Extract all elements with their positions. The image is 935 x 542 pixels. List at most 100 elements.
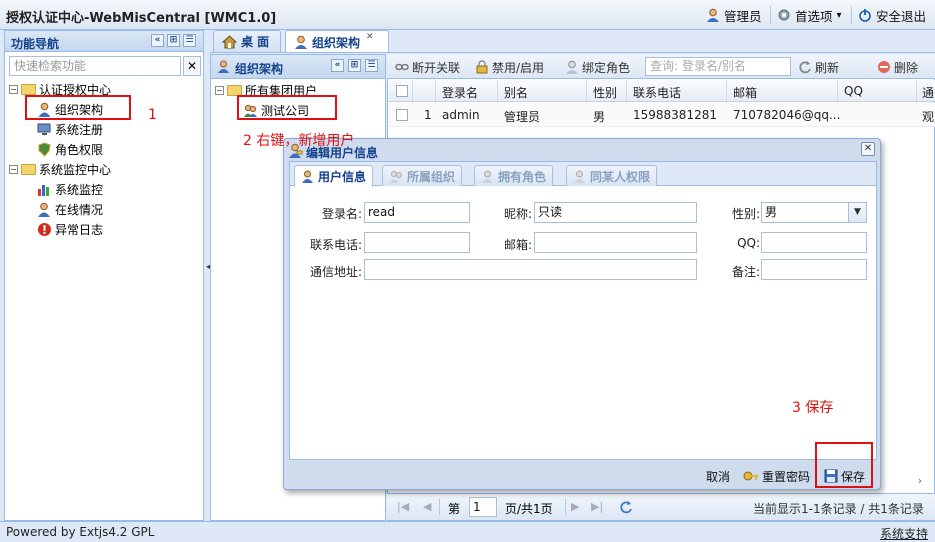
preferences-button[interactable]: 首选项 ▾ <box>777 5 842 25</box>
email-input[interactable] <box>534 232 697 253</box>
chevron-down-icon: ▾ <box>836 9 842 21</box>
table-row[interactable]: 1 admin 管理员 男 15988381281 710782046@qq..… <box>388 103 935 127</box>
collapse-toggle-icon[interactable]: − <box>9 164 18 174</box>
user-search-input[interactable]: 查询: 登录名/别名 <box>645 57 791 76</box>
collapse-all-icon[interactable]: ☰ <box>183 34 196 47</box>
tree-item-register[interactable]: 系统注册 <box>37 119 103 139</box>
column-header-extra[interactable]: 通 <box>922 84 934 101</box>
login-input[interactable]: read <box>364 202 470 223</box>
collapse-icon[interactable]: « <box>331 59 344 72</box>
chevron-down-icon[interactable]: ▼ <box>848 203 866 222</box>
nav-title: 功能导航 <box>11 37 60 51</box>
collapse-toggle-icon[interactable]: − <box>215 85 224 95</box>
column-header-email[interactable]: 邮箱 <box>733 84 757 101</box>
nick-input[interactable]: 只读 <box>534 202 697 223</box>
reset-password-label: 重置密码 <box>762 469 811 484</box>
divider <box>770 6 771 24</box>
login-label: 登录名: <box>321 207 362 221</box>
pagination-bar: |◀ ◀ 第 1 页/共1页 ▶ ▶| 当前显示1-1条记录 / 共1条记录 <box>387 493 935 520</box>
cancel-button[interactable]: 取消 <box>706 467 730 485</box>
refresh-icon[interactable] <box>619 500 633 514</box>
expand-all-icon[interactable]: ⊞ <box>167 34 180 47</box>
tab-same-permissions[interactable]: 同某人权限 <box>566 165 658 186</box>
column-header-qq[interactable]: QQ <box>844 84 863 98</box>
scroll-right-icon[interactable]: › <box>918 476 922 487</box>
disconnect-button[interactable]: 断开关联 <box>395 58 460 76</box>
top-bar: 授权认证中心-WebMisCentral [WMC1.0] 管理员 首选项 ▾ … <box>0 0 935 30</box>
phone-input[interactable] <box>364 232 470 253</box>
page-number-input[interactable]: 1 <box>469 497 497 517</box>
reset-password-button[interactable]: 重置密码 <box>743 467 810 485</box>
column-header-phone[interactable]: 联系电话 <box>633 84 681 101</box>
remark-input[interactable] <box>761 259 867 280</box>
tree-item-roles[interactable]: 角色权限 <box>37 139 103 159</box>
annotation-step1: 1 <box>148 107 157 123</box>
tab-roles[interactable]: 拥有角色 <box>474 165 554 186</box>
qq-input[interactable] <box>761 232 867 253</box>
bind-role-button[interactable]: 绑定角色 <box>565 58 630 76</box>
column-header-alias[interactable]: 别名 <box>504 84 528 101</box>
divider <box>439 499 440 515</box>
nav-search-input[interactable]: 快速检索功能 <box>9 56 181 76</box>
column-header-gender[interactable]: 性别 <box>593 84 617 101</box>
tree-item-sysmon[interactable]: 系统监控 <box>37 179 103 199</box>
divider <box>851 6 852 24</box>
dialog-header[interactable]: 编辑用户信息 ✕ <box>284 139 880 161</box>
tab-label: 用户信息 <box>318 170 367 184</box>
folder-icon <box>21 83 36 95</box>
support-link[interactable]: 系统支持 <box>880 525 928 542</box>
refresh-button[interactable]: 刷新 <box>798 58 839 76</box>
cell-phone: 15988381281 <box>633 108 717 122</box>
collapse-icon[interactable]: « <box>151 34 164 47</box>
tab-label: 拥有角色 <box>498 169 547 184</box>
user-online-icon <box>37 202 52 217</box>
tab-user-info[interactable]: 用户信息 <box>294 165 374 187</box>
refresh-icon <box>798 60 812 74</box>
toggle-enable-button[interactable]: 禁用/启用 <box>475 58 544 76</box>
expand-all-icon[interactable]: ⊞ <box>348 59 361 72</box>
app-title: 授权认证中心-WebMisCentral [WMC1.0] <box>6 11 277 26</box>
collapse-all-icon[interactable]: ☰ <box>365 59 378 72</box>
close-icon[interactable]: ✕ <box>861 142 875 156</box>
org-title: 组织架构 <box>235 62 284 76</box>
page-prefix: 第 <box>448 502 461 516</box>
column-header-login[interactable]: 登录名 <box>442 84 478 101</box>
last-page-icon[interactable]: ▶| <box>591 500 603 513</box>
delete-icon <box>877 60 891 74</box>
tab-strip-line <box>210 52 935 53</box>
tree-group-monitor[interactable]: − 系统监控中心 <box>9 159 111 179</box>
logout-button[interactable]: 安全退出 <box>858 5 926 25</box>
collapse-toggle-icon[interactable]: − <box>9 84 18 94</box>
next-page-icon[interactable]: ▶ <box>571 500 579 513</box>
delete-button[interactable]: 删除 <box>877 58 918 76</box>
close-icon[interactable]: ✕ <box>366 32 374 42</box>
preferences-label: 首选项 <box>795 8 833 24</box>
cell-login: admin <box>442 108 480 122</box>
cancel-label: 取消 <box>706 469 731 484</box>
prev-page-icon[interactable]: ◀ <box>423 500 431 513</box>
row-checkbox[interactable] <box>396 109 408 121</box>
tab-org[interactable]: 所属组织 <box>382 165 463 186</box>
tab-org[interactable]: 组织架构 ✕ <box>285 30 389 53</box>
monitor-icon <box>37 122 52 137</box>
bind-role-label: 绑定角色 <box>582 60 631 75</box>
cell-extra: 观 <box>922 110 935 124</box>
user-button[interactable]: 管理员 <box>706 5 762 25</box>
clear-icon[interactable]: ✕ <box>183 56 201 76</box>
address-input[interactable] <box>364 259 697 280</box>
select-all-checkbox[interactable] <box>396 85 408 97</box>
annotation-step2: 2 右键，新增用户 <box>243 133 355 149</box>
home-icon <box>222 34 237 49</box>
toggle-enable-label: 禁用/启用 <box>492 60 545 75</box>
address-label: 通信地址: <box>309 265 362 279</box>
folder-icon <box>227 84 242 96</box>
gear-icon <box>777 8 791 22</box>
folder-icon <box>21 163 36 175</box>
dialog-body: 用户信息 所属组织 拥有角色 同某人权限 登录名: read 昵称: 只读 性别… <box>289 161 877 460</box>
tree-item-online[interactable]: 在线情况 <box>37 199 103 219</box>
tree-item-errors[interactable]: 异常日志 <box>37 219 103 239</box>
grid-toolbar: 断开关联 禁用/启用 绑定角色 查询: 登录名/别名 刷新 删除 <box>387 54 935 79</box>
tab-desktop[interactable]: 桌 面 <box>213 30 281 52</box>
first-page-icon[interactable]: |◀ <box>397 500 409 513</box>
tree-item-label: 在线情况 <box>55 202 104 217</box>
